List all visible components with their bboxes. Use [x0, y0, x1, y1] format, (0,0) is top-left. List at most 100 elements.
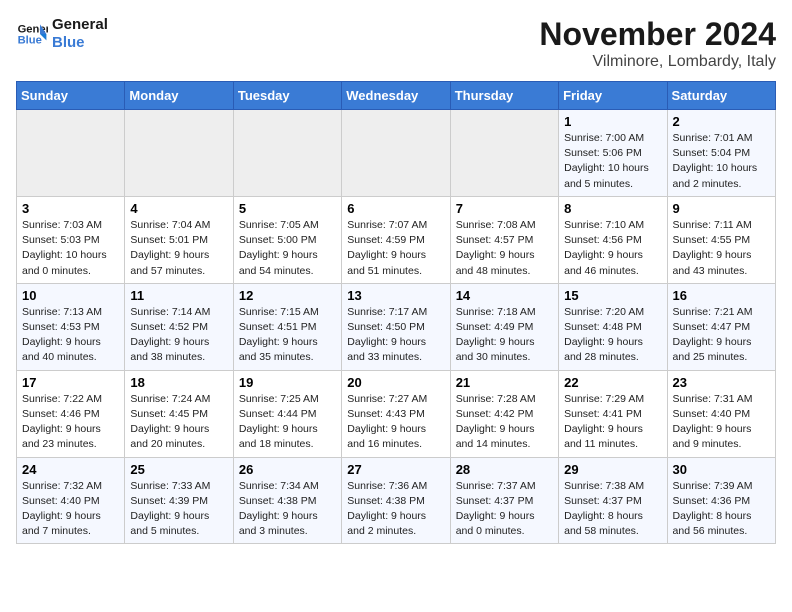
day-info: Sunrise: 7:05 AM Sunset: 5:00 PM Dayligh… [239, 218, 336, 279]
month-title: November 2024 [539, 16, 776, 53]
day-number: 10 [22, 288, 119, 303]
day-info: Sunrise: 7:00 AM Sunset: 5:06 PM Dayligh… [564, 131, 661, 192]
day-number: 22 [564, 375, 661, 390]
calendar-header: SundayMondayTuesdayWednesdayThursdayFrid… [17, 82, 776, 110]
day-info: Sunrise: 7:03 AM Sunset: 5:03 PM Dayligh… [22, 218, 119, 279]
day-number: 20 [347, 375, 444, 390]
calendar-cell: 28Sunrise: 7:37 AM Sunset: 4:37 PM Dayli… [450, 457, 558, 544]
day-number: 21 [456, 375, 553, 390]
calendar-week-row: 1 Sunrise: 7:00 AM Sunset: 5:06 PM Daylig… [17, 110, 776, 197]
calendar-week-row: 10 Sunrise: 7:13 AM Sunset: 4:53 PM Dayli… [17, 283, 776, 370]
day-info: Sunrise: 7:07 AM Sunset: 4:59 PM Dayligh… [347, 218, 444, 279]
calendar-cell: 9 Sunrise: 7:11 AM Sunset: 4:55 PM Daylig… [667, 196, 775, 283]
calendar-cell [17, 110, 125, 197]
day-number: 30 [673, 462, 770, 477]
day-info: Sunrise: 7:01 AM Sunset: 5:04 PM Dayligh… [673, 131, 770, 192]
calendar-cell [233, 110, 341, 197]
weekday-header-wednesday: Wednesday [342, 82, 450, 110]
day-number: 14 [456, 288, 553, 303]
calendar-cell: 18 Sunrise: 7:24 AM Sunset: 4:45 PM Dayli… [125, 370, 233, 457]
calendar-week-row: 24Sunrise: 7:32 AM Sunset: 4:40 PM Dayli… [17, 457, 776, 544]
calendar-cell: 12 Sunrise: 7:15 AM Sunset: 4:51 PM Dayli… [233, 283, 341, 370]
calendar-cell [342, 110, 450, 197]
weekday-header-sunday: Sunday [17, 82, 125, 110]
day-number: 1 [564, 114, 661, 129]
day-number: 26 [239, 462, 336, 477]
day-number: 9 [673, 201, 770, 216]
day-number: 23 [673, 375, 770, 390]
calendar-week-row: 17Sunrise: 7:22 AM Sunset: 4:46 PM Dayli… [17, 370, 776, 457]
day-info: Sunrise: 7:24 AM Sunset: 4:45 PM Dayligh… [130, 392, 227, 453]
calendar-cell: 20 Sunrise: 7:27 AM Sunset: 4:43 PM Dayli… [342, 370, 450, 457]
day-info: Sunrise: 7:10 AM Sunset: 4:56 PM Dayligh… [564, 218, 661, 279]
day-number: 8 [564, 201, 661, 216]
header: General Blue General Blue November 2024 … [16, 16, 776, 71]
day-number: 15 [564, 288, 661, 303]
weekday-header-friday: Friday [559, 82, 667, 110]
calendar-cell: 11Sunrise: 7:14 AM Sunset: 4:52 PM Dayli… [125, 283, 233, 370]
day-number: 18 [130, 375, 227, 390]
day-info: Sunrise: 7:15 AM Sunset: 4:51 PM Dayligh… [239, 305, 336, 366]
logo-blue: Blue [52, 34, 108, 52]
weekday-header-thursday: Thursday [450, 82, 558, 110]
calendar-cell: 14 Sunrise: 7:18 AM Sunset: 4:49 PM Dayli… [450, 283, 558, 370]
calendar-cell: 10 Sunrise: 7:13 AM Sunset: 4:53 PM Dayli… [17, 283, 125, 370]
weekday-header-row: SundayMondayTuesdayWednesdayThursdayFrid… [17, 82, 776, 110]
day-number: 28 [456, 462, 553, 477]
day-number: 11 [130, 288, 227, 303]
day-info: Sunrise: 7:39 AM Sunset: 4:36 PM Dayligh… [673, 479, 770, 540]
calendar-cell: 27 Sunrise: 7:36 AM Sunset: 4:38 PM Dayli… [342, 457, 450, 544]
calendar-cell: 1 Sunrise: 7:00 AM Sunset: 5:06 PM Daylig… [559, 110, 667, 197]
day-info: Sunrise: 7:25 AM Sunset: 4:44 PM Dayligh… [239, 392, 336, 453]
logo-icon: General Blue [16, 18, 48, 50]
calendar-table: SundayMondayTuesdayWednesdayThursdayFrid… [16, 81, 776, 544]
day-info: Sunrise: 7:34 AM Sunset: 4:38 PM Dayligh… [239, 479, 336, 540]
day-info: Sunrise: 7:13 AM Sunset: 4:53 PM Dayligh… [22, 305, 119, 366]
day-info: Sunrise: 7:17 AM Sunset: 4:50 PM Dayligh… [347, 305, 444, 366]
svg-text:Blue: Blue [18, 35, 42, 47]
day-number: 17 [22, 375, 119, 390]
calendar-cell: 4 Sunrise: 7:04 AM Sunset: 5:01 PM Daylig… [125, 196, 233, 283]
title-area: November 2024 Vilminore, Lombardy, Italy [539, 16, 776, 71]
day-number: 7 [456, 201, 553, 216]
day-number: 27 [347, 462, 444, 477]
calendar-cell: 19 Sunrise: 7:25 AM Sunset: 4:44 PM Dayli… [233, 370, 341, 457]
day-info: Sunrise: 7:38 AM Sunset: 4:37 PM Dayligh… [564, 479, 661, 540]
day-number: 13 [347, 288, 444, 303]
calendar-cell: 21 Sunrise: 7:28 AM Sunset: 4:42 PM Dayli… [450, 370, 558, 457]
day-number: 6 [347, 201, 444, 216]
day-number: 16 [673, 288, 770, 303]
day-info: Sunrise: 7:36 AM Sunset: 4:38 PM Dayligh… [347, 479, 444, 540]
day-info: Sunrise: 7:21 AM Sunset: 4:47 PM Dayligh… [673, 305, 770, 366]
day-number: 3 [22, 201, 119, 216]
day-number: 19 [239, 375, 336, 390]
day-number: 2 [673, 114, 770, 129]
weekday-header-tuesday: Tuesday [233, 82, 341, 110]
weekday-header-saturday: Saturday [667, 82, 775, 110]
calendar-cell: 8 Sunrise: 7:10 AM Sunset: 4:56 PM Daylig… [559, 196, 667, 283]
day-info: Sunrise: 7:28 AM Sunset: 4:42 PM Dayligh… [456, 392, 553, 453]
logo-general: General [52, 16, 108, 34]
day-info: Sunrise: 7:27 AM Sunset: 4:43 PM Dayligh… [347, 392, 444, 453]
day-info: Sunrise: 7:20 AM Sunset: 4:48 PM Dayligh… [564, 305, 661, 366]
day-info: Sunrise: 7:08 AM Sunset: 4:57 PM Dayligh… [456, 218, 553, 279]
calendar-cell: 26 Sunrise: 7:34 AM Sunset: 4:38 PM Dayli… [233, 457, 341, 544]
calendar-cell: 22Sunrise: 7:29 AM Sunset: 4:41 PM Dayli… [559, 370, 667, 457]
day-info: Sunrise: 7:04 AM Sunset: 5:01 PM Dayligh… [130, 218, 227, 279]
day-info: Sunrise: 7:11 AM Sunset: 4:55 PM Dayligh… [673, 218, 770, 279]
calendar-week-row: 3 Sunrise: 7:03 AM Sunset: 5:03 PM Daylig… [17, 196, 776, 283]
calendar-cell: 5Sunrise: 7:05 AM Sunset: 5:00 PM Daylig… [233, 196, 341, 283]
calendar-cell [125, 110, 233, 197]
calendar-cell: 29 Sunrise: 7:38 AM Sunset: 4:37 PM Dayli… [559, 457, 667, 544]
day-info: Sunrise: 7:18 AM Sunset: 4:49 PM Dayligh… [456, 305, 553, 366]
calendar-cell: 3 Sunrise: 7:03 AM Sunset: 5:03 PM Daylig… [17, 196, 125, 283]
calendar-cell: 25Sunrise: 7:33 AM Sunset: 4:39 PM Dayli… [125, 457, 233, 544]
day-info: Sunrise: 7:32 AM Sunset: 4:40 PM Dayligh… [22, 479, 119, 540]
day-number: 4 [130, 201, 227, 216]
calendar-cell: 6 Sunrise: 7:07 AM Sunset: 4:59 PM Daylig… [342, 196, 450, 283]
day-number: 29 [564, 462, 661, 477]
calendar-cell: 30 Sunrise: 7:39 AM Sunset: 4:36 PM Dayli… [667, 457, 775, 544]
day-info: Sunrise: 7:33 AM Sunset: 4:39 PM Dayligh… [130, 479, 227, 540]
day-number: 12 [239, 288, 336, 303]
weekday-header-monday: Monday [125, 82, 233, 110]
